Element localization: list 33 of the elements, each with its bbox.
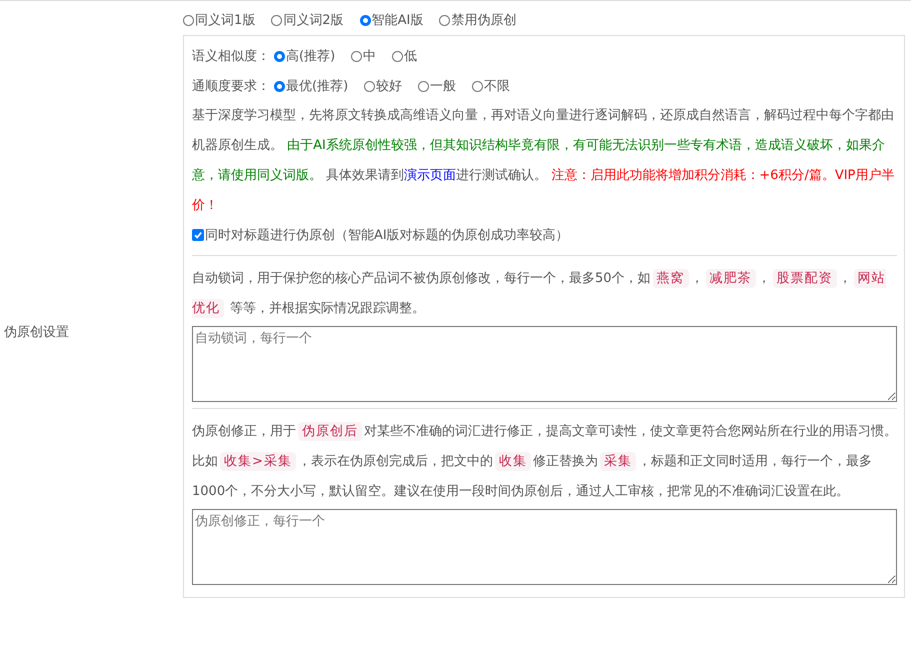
demo-page-link[interactable]: 演示页面 bbox=[404, 168, 456, 183]
radio-label[interactable]: 较好 bbox=[376, 77, 402, 95]
radio-label[interactable]: 低 bbox=[404, 47, 418, 65]
radio-label[interactable]: 高(推荐) bbox=[286, 47, 336, 65]
checkbox-label[interactable]: 同时对标题进行伪原创（智能AI版对标题的伪原创成功率较高） bbox=[205, 226, 569, 244]
radio-label[interactable]: 中 bbox=[363, 47, 376, 65]
radio-button[interactable] bbox=[183, 14, 194, 26]
radio-button[interactable] bbox=[439, 14, 450, 26]
text-area[interactable]: 自动锁词，每行一个 bbox=[192, 326, 897, 402]
radio-label[interactable]: 一般 bbox=[430, 77, 456, 95]
checkbox[interactable] bbox=[192, 229, 204, 241]
help-text: 自动锁词，用于保护您的核心产品词不被伪原创修改，每行一个，最多50个，如 燕窝 ， 减肥茶 ， 股票配资 ， 网站优化 等等，并根据实际情况跟踪调整。 bbox=[192, 268, 887, 320]
section-label: 伪原创设置 bbox=[4, 324, 69, 340]
radio-label[interactable]: 智能AI版 bbox=[372, 11, 424, 29]
radio-label[interactable]: 不限 bbox=[484, 77, 510, 95]
text-area[interactable]: 伪原创修正，每行一个 bbox=[192, 509, 897, 585]
radio-button[interactable] bbox=[472, 80, 484, 92]
radio-label[interactable]: 禁用伪原创 bbox=[451, 11, 516, 29]
radio-label[interactable]: 最优(推荐) bbox=[286, 77, 348, 95]
radio-button[interactable] bbox=[351, 50, 362, 62]
option-label: 通顺度要求： bbox=[192, 78, 270, 95]
radio-button[interactable] bbox=[392, 50, 404, 62]
description-text: 基于深度学习模型，先将原文转换成高维语义向量，再对语义向量进行逐词解码，还原成自然语言，解码过程中每个字都由机器原创生成。 由于AI系统原创性较强，但其知识结构毕竟有限，有可能无法识别一些专有术语，造成语义破坏，如果介意，请使用同义词版。 具体效果请到演示页面进行测试确认。 注意：启用此功能将增加积分消耗：+6积分/篇。VIP用户半价！ bbox=[192, 107, 896, 215]
radio-button[interactable] bbox=[274, 50, 285, 62]
radio-button[interactable] bbox=[360, 14, 371, 26]
help-text: 伪原创修正，用于 伪原创后 对某些不准确的词汇进行修正，提高文章可读性，使文章更符合您网站所在行业的用语习惯。比如 收集>采集 ，表示在伪原创完成后，把文中的 收集 修正替换为 采集 ，标题和正文同时适用，每行一个，最多1000个，不分大小写，默认留空。建议在使用一段时间伪原创后，通过人工审核，把常见的不准确词汇设置在此。 bbox=[192, 421, 897, 501]
radio-button[interactable] bbox=[364, 80, 376, 92]
radio-button[interactable] bbox=[418, 80, 430, 92]
radio-button[interactable] bbox=[271, 14, 282, 26]
radio-button[interactable] bbox=[274, 80, 285, 92]
option-label: 语义相似度： bbox=[192, 48, 270, 65]
radio-label[interactable]: 同义词1版 bbox=[195, 11, 256, 29]
radio-label[interactable]: 同义词2版 bbox=[283, 11, 344, 29]
